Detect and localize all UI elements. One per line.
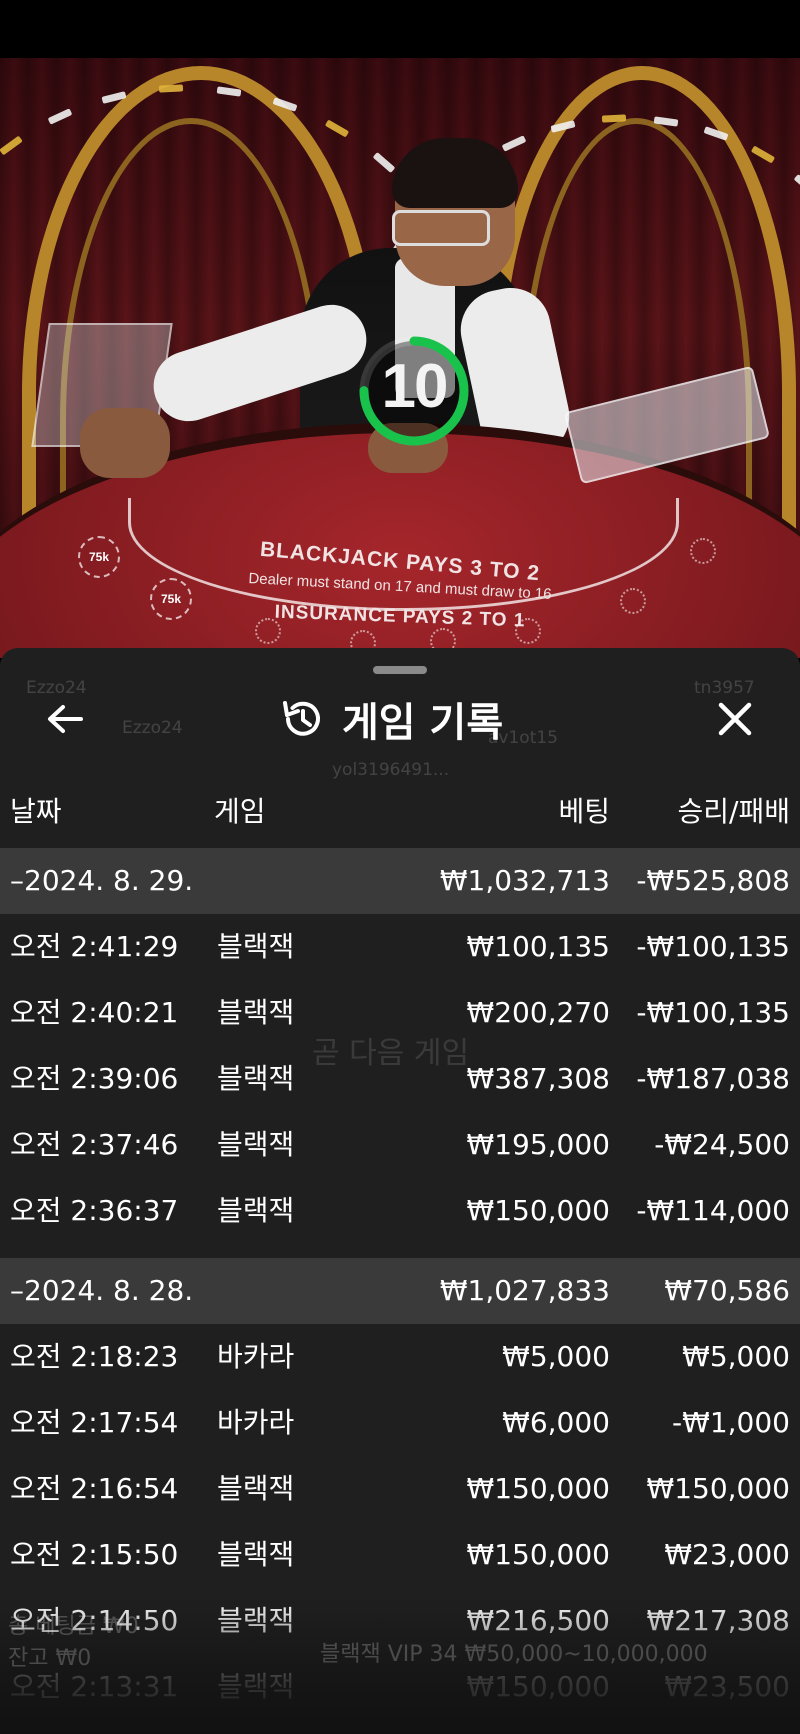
arch-light bbox=[501, 135, 527, 153]
table-row[interactable]: 오전 2:37:46 블랙잭 ₩195,000 -₩24,500 bbox=[0, 1112, 800, 1178]
countdown-number: 10 bbox=[381, 352, 449, 421]
row-game: 블랙잭 bbox=[217, 930, 295, 963]
row-time: 오전 2:37:46 bbox=[10, 1128, 179, 1161]
table-row[interactable]: 오전 2:18:23 바카라 ₩5,000 ₩5,000 bbox=[0, 1324, 800, 1390]
row-time: 오전 2:17:54 bbox=[10, 1406, 179, 1439]
arch-light bbox=[750, 145, 776, 164]
close-x-icon bbox=[718, 702, 752, 736]
row-bet: ₩387,308 bbox=[466, 1062, 610, 1095]
row-game: 블랙잭 bbox=[217, 1472, 295, 1505]
row-time: 오전 2:18:23 bbox=[10, 1340, 179, 1373]
bet-spot bbox=[255, 618, 281, 644]
group-bet-total: ₩1,032,713 bbox=[439, 864, 610, 897]
bet-chip: 75k bbox=[150, 578, 192, 620]
row-game: 블랙잭 bbox=[217, 996, 295, 1029]
ghost-player-name: tn3957 bbox=[694, 678, 755, 698]
row-game: 블랙잭 bbox=[217, 1062, 295, 1095]
row-time: 오전 2:41:29 bbox=[10, 930, 179, 963]
table-row[interactable]: 오전 2:40:21 블랙잭 ₩200,270 -₩100,135 bbox=[0, 980, 800, 1046]
row-time: 오전 2:36:37 bbox=[10, 1194, 179, 1227]
table-row[interactable]: 오전 2:41:29 블랙잭 ₩100,135 -₩100,135 bbox=[0, 914, 800, 980]
row-game: 블랙잭 bbox=[217, 1670, 295, 1703]
row-result: ₩5,000 bbox=[682, 1340, 790, 1373]
arch-light bbox=[324, 119, 350, 138]
row-bet: ₩150,000 bbox=[466, 1194, 610, 1227]
table-row[interactable]: 오전 2:16:54 블랙잭 ₩150,000 ₩150,000 bbox=[0, 1456, 800, 1522]
row-result: -₩24,500 bbox=[654, 1128, 790, 1161]
row-time: 오전 2:40:21 bbox=[10, 996, 179, 1029]
dealer-glasses bbox=[392, 210, 490, 246]
game-history-sheet: Ezzo24 Ezzo24 yol3196491... av1ot15 tn39… bbox=[0, 648, 800, 1734]
arch-light bbox=[372, 151, 396, 173]
table-row[interactable]: 오전 2:17:54 바카라 ₩6,000 -₩1,000 bbox=[0, 1390, 800, 1456]
row-result: -₩1,000 bbox=[672, 1406, 790, 1439]
date-group-row[interactable]: –2024. 8. 28. ₩1,027,833 ₩70,586 bbox=[0, 1258, 800, 1324]
column-header-result: 승리/패배 bbox=[677, 795, 790, 828]
column-header-game: 게임 bbox=[214, 795, 266, 828]
group-result-total: ₩70,586 bbox=[664, 1274, 790, 1307]
group-date: –2024. 8. 29. bbox=[10, 864, 194, 897]
row-result: -₩187,038 bbox=[636, 1062, 790, 1095]
row-bet: ₩200,270 bbox=[466, 996, 610, 1029]
bet-spot bbox=[690, 538, 716, 564]
group-result-total: -₩525,808 bbox=[636, 864, 790, 897]
column-header-date: 날짜 bbox=[10, 795, 62, 828]
row-game: 바카라 bbox=[217, 1406, 295, 1439]
row-result: -₩114,000 bbox=[636, 1194, 790, 1227]
table-row[interactable]: 오전 2:15:50 블랙잭 ₩150,000 ₩23,000 bbox=[0, 1522, 800, 1588]
group-date: –2024. 8. 28. bbox=[10, 1274, 194, 1307]
row-game: 블랙잭 bbox=[217, 1194, 295, 1227]
row-game: 블랙잭 bbox=[217, 1604, 295, 1637]
dealer-hand bbox=[80, 408, 170, 478]
arch-light bbox=[793, 174, 800, 196]
table-row[interactable]: 오전 2:39:06 블랙잭 ₩387,308 -₩187,038 bbox=[0, 1046, 800, 1112]
dealer-hair bbox=[392, 138, 518, 208]
arrow-left-icon bbox=[48, 705, 83, 733]
sheet-title: 게임 기록 bbox=[280, 693, 504, 746]
row-game: 블랙잭 bbox=[217, 1128, 295, 1161]
row-bet: ₩150,000 bbox=[466, 1472, 610, 1505]
row-bet: ₩195,000 bbox=[466, 1128, 610, 1161]
row-time: 오전 2:15:50 bbox=[10, 1538, 179, 1571]
ghost-balance: 잔고 ₩0 bbox=[8, 1646, 92, 1671]
ghost-player-name: Ezzo24 bbox=[122, 718, 183, 738]
bet-spot bbox=[620, 588, 646, 614]
row-bet: ₩5,000 bbox=[502, 1340, 610, 1373]
bet-spot bbox=[515, 618, 541, 644]
row-game: 바카라 bbox=[217, 1340, 295, 1373]
sheet-title-text: 게임 기록 bbox=[342, 700, 504, 746]
column-header-bet: 베팅 bbox=[558, 795, 610, 828]
table-row[interactable]: 오전 2:36:37 블랙잭 ₩150,000 -₩114,000 bbox=[0, 1178, 800, 1244]
row-bet: ₩150,000 bbox=[466, 1538, 610, 1571]
back-button[interactable] bbox=[40, 696, 90, 742]
row-result: ₩23,000 bbox=[664, 1538, 790, 1571]
row-time: 오전 2:16:54 bbox=[10, 1472, 179, 1505]
row-result: ₩150,000 bbox=[646, 1472, 790, 1505]
group-bet-total: ₩1,027,833 bbox=[439, 1274, 610, 1307]
date-group-row[interactable]: –2024. 8. 29. ₩1,032,713 -₩525,808 bbox=[0, 848, 800, 914]
row-result: -₩100,135 bbox=[636, 930, 790, 963]
row-game: 블랙잭 bbox=[217, 1538, 295, 1571]
row-result: -₩100,135 bbox=[636, 996, 790, 1029]
ghost-player-name: Ezzo24 bbox=[26, 678, 87, 698]
arch-light bbox=[0, 135, 23, 156]
history-clock-icon bbox=[283, 701, 320, 736]
row-bet: ₩6,000 bbox=[502, 1406, 610, 1439]
row-time: 오전 2:39:06 bbox=[10, 1062, 179, 1095]
ghost-table-name: 블랙잭 VIP 34 ₩50,000~10,000,000 bbox=[320, 1642, 708, 1667]
status-bar bbox=[0, 0, 800, 58]
ghost-total-bet: 총 베팅금 ₩0 bbox=[8, 1614, 139, 1639]
close-button[interactable] bbox=[710, 696, 760, 742]
live-video: BLACKJACK PAYS 3 TO 2 Dealer must stand … bbox=[0, 58, 800, 658]
arch-light bbox=[47, 108, 73, 125]
row-bet: ₩100,135 bbox=[466, 930, 610, 963]
ghost-player-name: yol3196491... bbox=[332, 760, 450, 780]
bet-chip: 75k bbox=[78, 536, 120, 578]
sheet-drag-handle[interactable] bbox=[373, 666, 427, 674]
